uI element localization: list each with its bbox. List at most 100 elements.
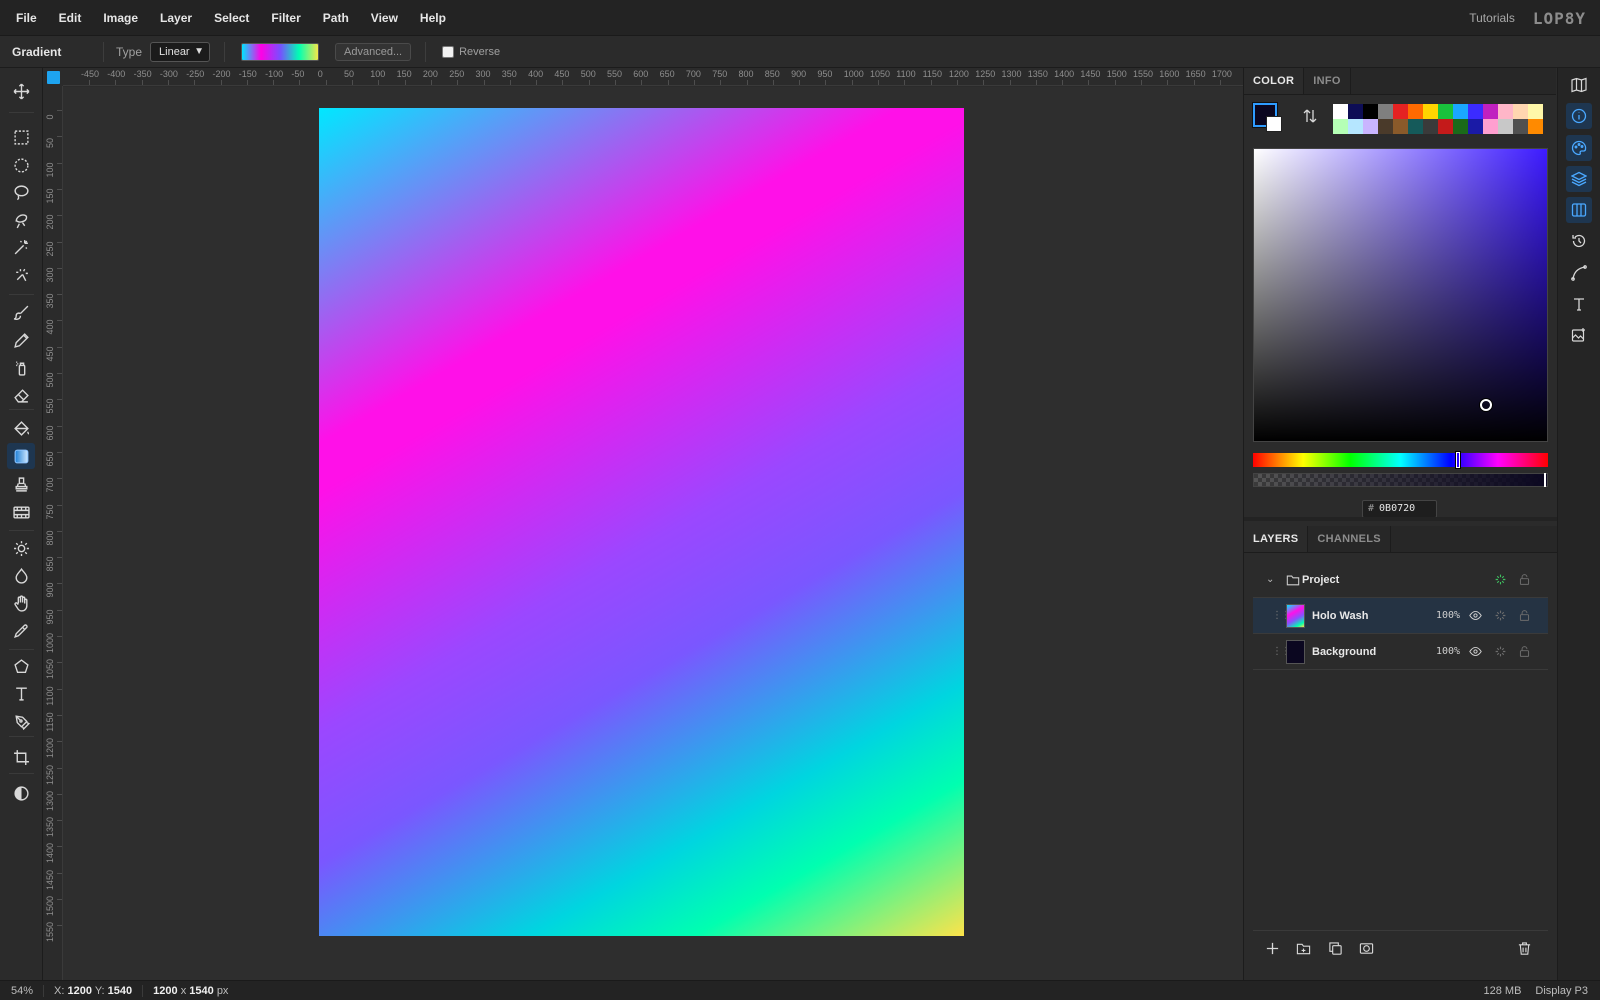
zoom-level[interactable]: 54% <box>0 984 44 997</box>
shape-tool[interactable] <box>7 653 35 679</box>
duplicate-layer-button[interactable] <box>1328 941 1344 957</box>
color-swatch[interactable] <box>1438 119 1453 134</box>
saturation-value-picker[interactable] <box>1253 148 1548 442</box>
layers-panel-button[interactable] <box>1566 166 1592 192</box>
menu-edit[interactable]: Edit <box>48 0 93 36</box>
pen-tool[interactable] <box>7 708 35 734</box>
menu-help[interactable]: Help <box>409 0 457 36</box>
layer-mask-button[interactable] <box>1359 941 1375 957</box>
color-swatch[interactable] <box>1438 104 1453 119</box>
eye-icon[interactable] <box>1468 645 1482 659</box>
color-swatch[interactable] <box>1453 104 1468 119</box>
color-swatch[interactable] <box>1423 119 1438 134</box>
color-swatch[interactable] <box>1393 104 1408 119</box>
navigator-panel-button[interactable] <box>1566 72 1592 98</box>
color-swatch[interactable] <box>1363 119 1378 134</box>
color-swatch[interactable] <box>1513 119 1528 134</box>
color-swatch[interactable] <box>1453 119 1468 134</box>
eraser-tool[interactable] <box>7 382 35 408</box>
menu-view[interactable]: View <box>360 0 409 36</box>
quick-select-tool[interactable] <box>7 262 35 288</box>
layer-row-holo-wash[interactable]: ⋮⋮ Holo Wash 100% <box>1253 598 1548 634</box>
alpha-slider[interactable] <box>1253 473 1548 487</box>
menu-path[interactable]: Path <box>312 0 360 36</box>
canvas-workspace[interactable] <box>63 87 1243 980</box>
tab-layers[interactable]: LAYERS <box>1244 526 1309 552</box>
background-color-swatch[interactable] <box>1266 116 1282 132</box>
color-swatch[interactable] <box>1468 104 1483 119</box>
brush-tool[interactable] <box>7 299 35 325</box>
menu-file[interactable]: File <box>0 0 48 36</box>
color-swatch[interactable] <box>1483 104 1498 119</box>
character-panel-button[interactable] <box>1566 291 1592 317</box>
panel-divider[interactable] <box>1244 517 1557 521</box>
color-swatch[interactable] <box>1513 104 1528 119</box>
color-swatch[interactable] <box>1363 104 1378 119</box>
paths-panel-button[interactable] <box>1566 260 1592 286</box>
color-swatch[interactable] <box>1528 104 1543 119</box>
paint-bucket-tool[interactable] <box>7 415 35 441</box>
reverse-option[interactable]: Reverse <box>442 45 500 58</box>
tab-info[interactable]: INFO <box>1304 68 1351 94</box>
advanced-button[interactable]: Advanced... <box>335 42 412 61</box>
tab-channels[interactable]: CHANNELS <box>1308 526 1391 552</box>
color-swatch[interactable] <box>1378 119 1393 134</box>
effects-icon[interactable] <box>1493 609 1507 623</box>
color-swatch[interactable] <box>1393 119 1408 134</box>
layer-group-row[interactable]: ⌄ Project <box>1253 562 1548 598</box>
color-profile[interactable]: Display P3 <box>1535 985 1588 997</box>
document-canvas[interactable] <box>319 108 964 936</box>
menu-filter[interactable]: Filter <box>260 0 311 36</box>
magnetic-lasso-tool[interactable] <box>7 207 35 233</box>
gradient-preview-swatch[interactable] <box>241 42 320 61</box>
lock-icon[interactable] <box>1517 609 1531 623</box>
delete-layer-button[interactable] <box>1517 941 1533 957</box>
gradient-type-select[interactable]: Linear ▼ <box>150 41 211 62</box>
hex-color-input[interactable]: #0B0720 <box>1362 500 1437 518</box>
effects-icon[interactable] <box>1493 645 1507 659</box>
layer-opacity[interactable]: 100% <box>1436 646 1460 657</box>
color-panel-button[interactable] <box>1566 135 1592 161</box>
pencil-tool[interactable] <box>7 327 35 353</box>
layer-row-background[interactable]: ⋮⋮ Background 100% <box>1253 634 1548 670</box>
color-swatch[interactable] <box>1348 104 1363 119</box>
menu-layer[interactable]: Layer <box>149 0 203 36</box>
lock-icon[interactable] <box>1517 645 1531 659</box>
add-layer-button[interactable] <box>1265 941 1281 957</box>
spray-tool[interactable] <box>7 354 35 380</box>
image-panel-button[interactable] <box>1566 322 1592 348</box>
color-swatch[interactable] <box>1528 119 1543 134</box>
color-swatch[interactable] <box>1498 104 1513 119</box>
info-panel-button[interactable] <box>1566 103 1592 129</box>
color-swatch[interactable] <box>1498 119 1513 134</box>
color-swatch[interactable] <box>1378 104 1393 119</box>
alpha-slider-handle[interactable] <box>1544 473 1546 487</box>
color-picker-cursor[interactable] <box>1480 399 1492 411</box>
menu-image[interactable]: Image <box>92 0 149 36</box>
history-panel-button[interactable] <box>1566 228 1592 254</box>
hue-slider-handle[interactable] <box>1456 452 1460 468</box>
swap-colors-icon[interactable] <box>1302 108 1318 124</box>
menu-select[interactable]: Select <box>203 0 260 36</box>
gradient-tool[interactable] <box>7 443 35 469</box>
color-swatch[interactable] <box>1468 119 1483 134</box>
color-swatch[interactable] <box>1408 104 1423 119</box>
crop-tool[interactable] <box>7 744 35 770</box>
filmstrip-tool[interactable] <box>7 499 35 525</box>
burn-tool[interactable] <box>7 562 35 588</box>
smudge-tool[interactable] <box>7 590 35 616</box>
add-group-button[interactable] <box>1296 941 1312 957</box>
color-swatch[interactable] <box>1333 119 1348 134</box>
lock-icon[interactable] <box>1517 573 1531 587</box>
hue-slider[interactable] <box>1253 452 1548 468</box>
layer-name[interactable]: Background <box>1312 646 1376 658</box>
layer-opacity[interactable]: 100% <box>1436 610 1460 621</box>
rect-select-tool[interactable] <box>7 124 35 150</box>
lasso-tool[interactable] <box>7 179 35 205</box>
chevron-down-icon[interactable]: ⌄ <box>1266 574 1274 585</box>
group-effects-icon[interactable] <box>1493 573 1507 587</box>
dodge-tool[interactable] <box>7 535 35 561</box>
eyedropper-tool[interactable] <box>7 617 35 643</box>
color-swatch[interactable] <box>1333 104 1348 119</box>
color-swatch[interactable] <box>1483 119 1498 134</box>
